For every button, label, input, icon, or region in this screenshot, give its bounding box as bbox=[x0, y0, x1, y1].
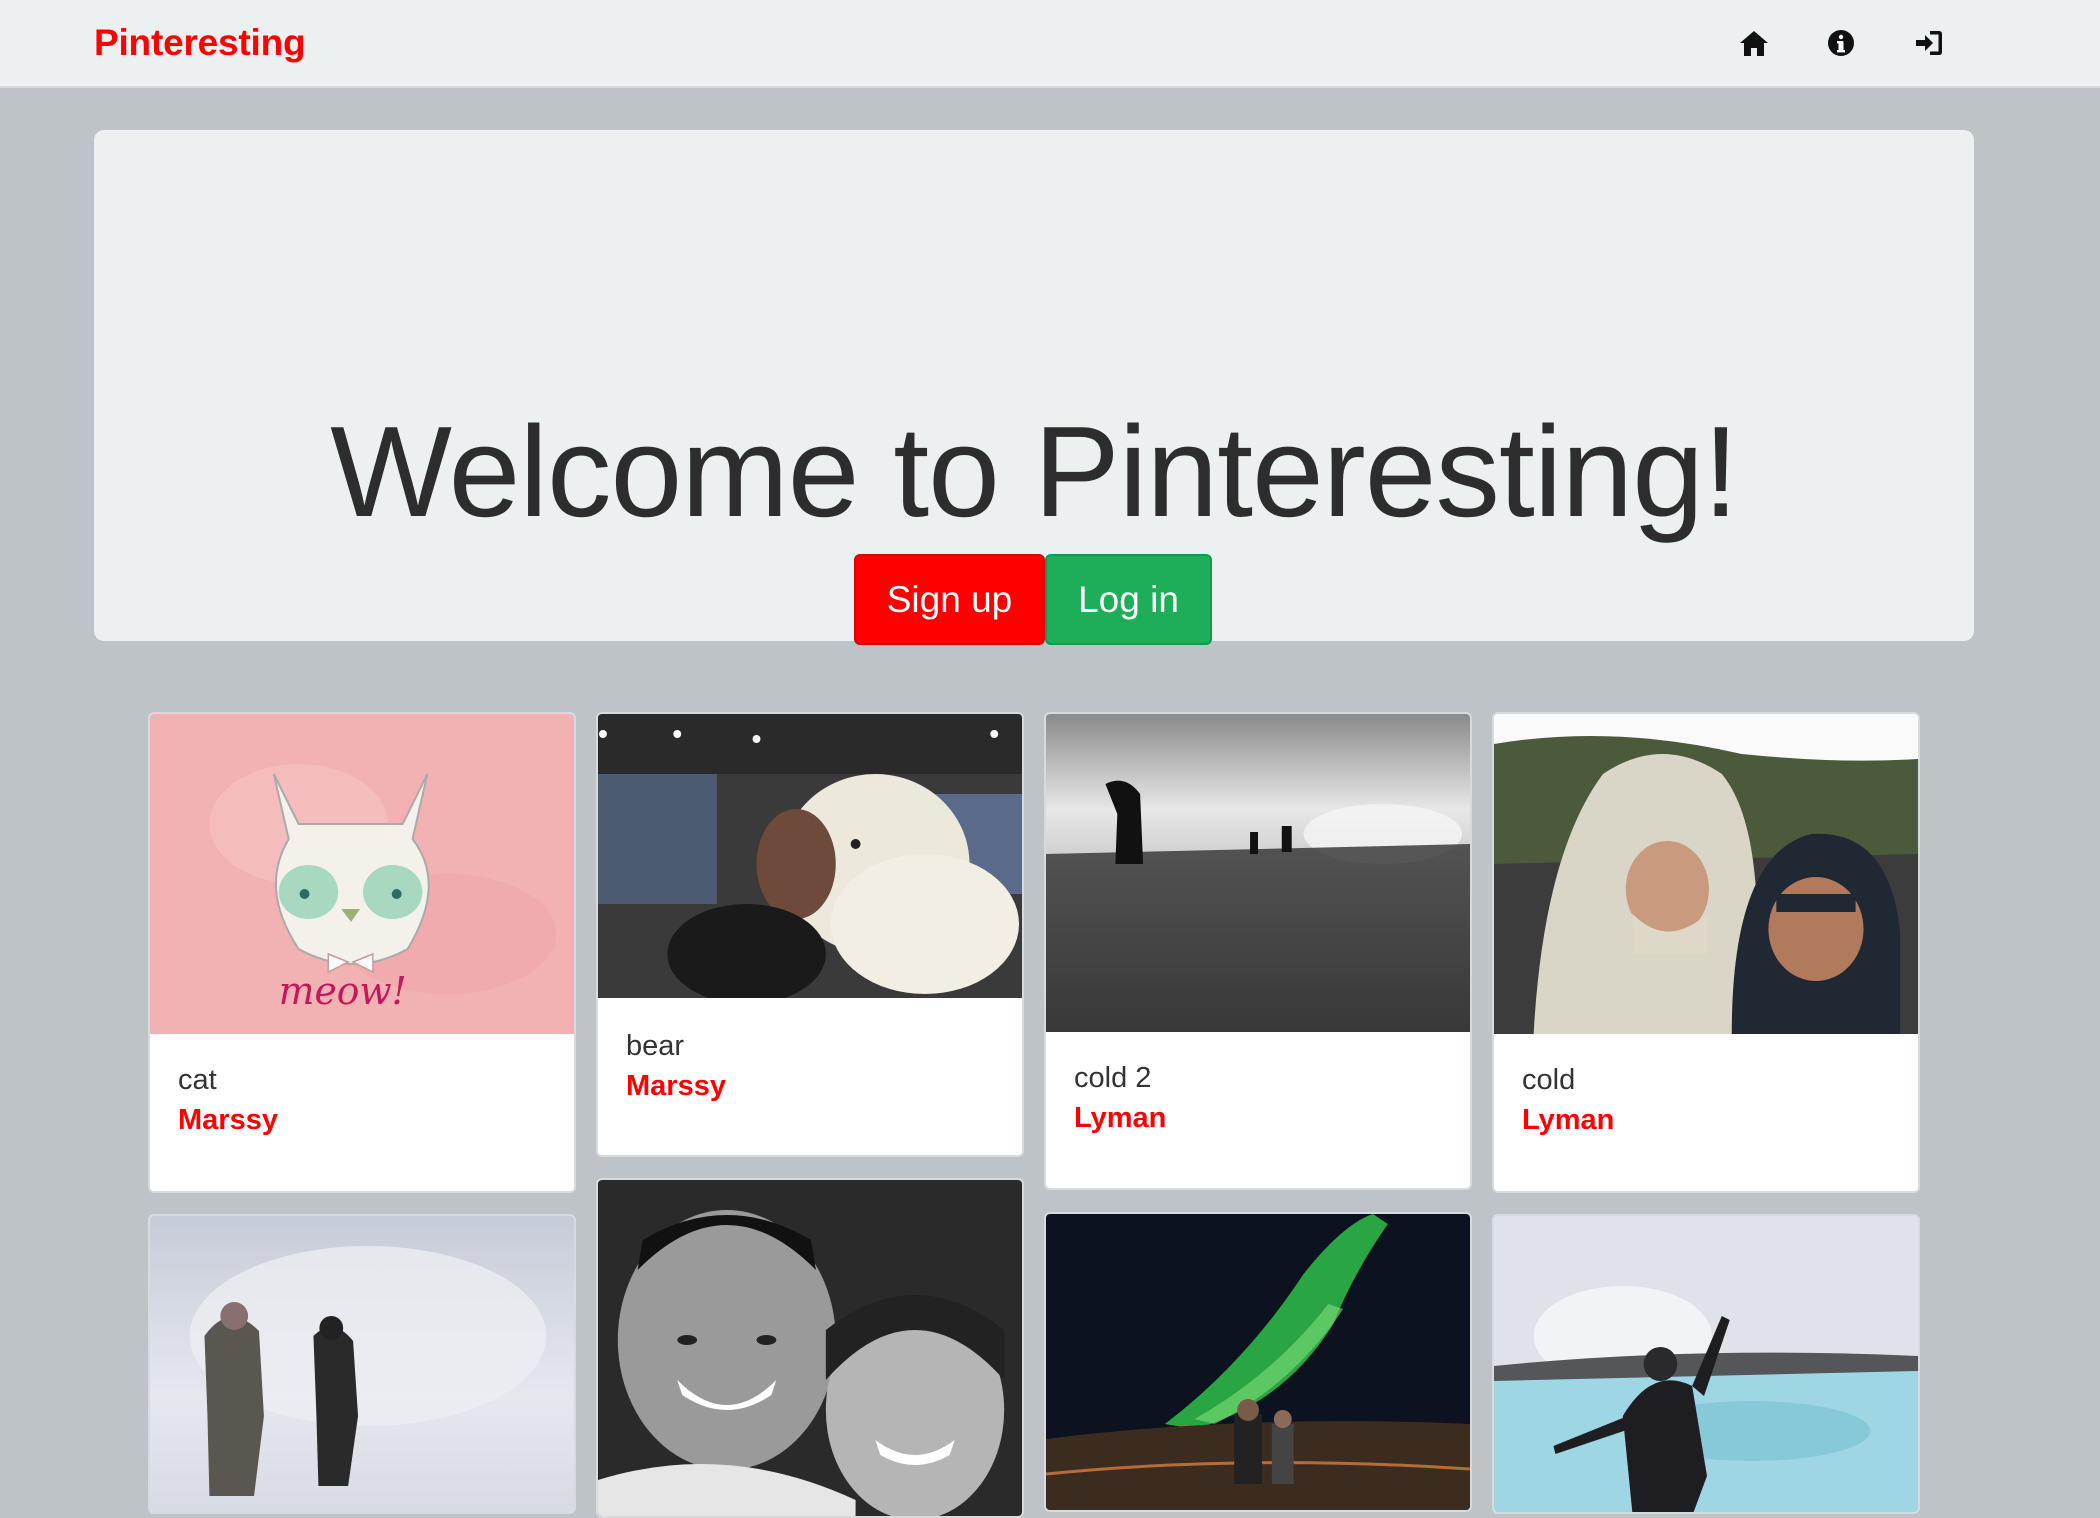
pin-image[interactable] bbox=[1494, 1216, 1918, 1512]
info-icon[interactable] bbox=[1822, 24, 1860, 62]
brand-logo[interactable]: Pinteresting bbox=[94, 22, 306, 64]
pin-title: cold 2 bbox=[1074, 1062, 1152, 1094]
pin-card[interactable]: cold Lyman bbox=[1492, 712, 1920, 1193]
pin-image[interactable] bbox=[1046, 714, 1470, 1032]
pin-image[interactable] bbox=[1046, 1214, 1470, 1510]
pin-card[interactable]: bear Marssy bbox=[596, 712, 1024, 1157]
pin-card[interactable]: meow! cat Marssy bbox=[148, 712, 576, 1193]
welcome-jumbotron: Welcome to Pinteresting! Sign up Log in bbox=[94, 130, 1974, 645]
pin-title: bear bbox=[626, 1030, 685, 1062]
sign-in-icon[interactable] bbox=[1910, 24, 1948, 62]
pin-image[interactable] bbox=[150, 1216, 574, 1512]
pin-card[interactable] bbox=[148, 1214, 576, 1514]
pin-image[interactable] bbox=[598, 714, 1022, 998]
welcome-title: Welcome to Pinteresting! bbox=[330, 400, 1739, 544]
pin-card[interactable] bbox=[596, 1178, 1024, 1518]
home-icon[interactable] bbox=[1735, 24, 1773, 62]
pin-card[interactable] bbox=[1492, 1214, 1920, 1514]
pin-title: cold bbox=[1522, 1064, 1576, 1096]
pin-user-link[interactable]: Lyman bbox=[1522, 1104, 1614, 1137]
pin-user-link[interactable]: Marssy bbox=[626, 1070, 726, 1103]
pin-image[interactable] bbox=[598, 1180, 1022, 1516]
pin-image[interactable]: meow! bbox=[150, 714, 574, 1034]
pin-user-link[interactable]: Lyman bbox=[1074, 1102, 1166, 1135]
pin-card[interactable]: cold 2 Lyman bbox=[1044, 712, 1472, 1190]
svg-text:meow!: meow! bbox=[279, 969, 407, 1013]
pin-image[interactable] bbox=[1494, 714, 1918, 1034]
pin-title: cat bbox=[178, 1064, 217, 1096]
pin-user-link[interactable]: Marssy bbox=[178, 1104, 278, 1137]
navbar: Pinteresting bbox=[0, 0, 2100, 88]
sign-up-button[interactable]: Sign up bbox=[854, 554, 1045, 645]
log-in-button[interactable]: Log in bbox=[1045, 554, 1212, 645]
pin-card[interactable] bbox=[1044, 1212, 1472, 1512]
